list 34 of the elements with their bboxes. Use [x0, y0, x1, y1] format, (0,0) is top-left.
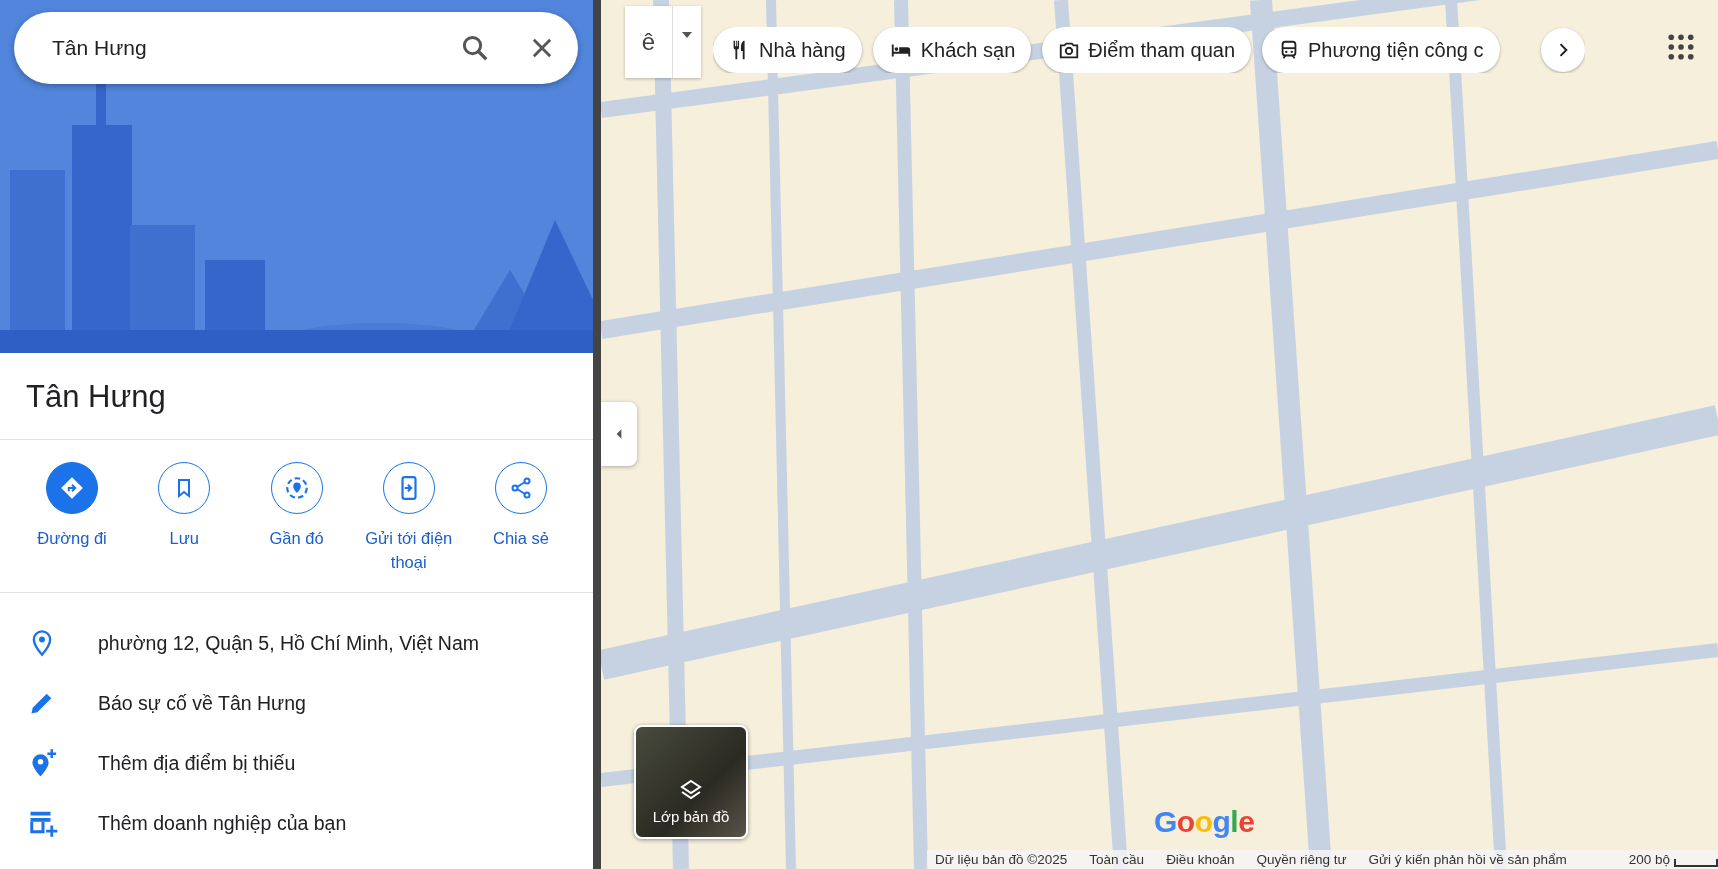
action-button[interactable]: Đường đi — [18, 462, 126, 574]
category-chip[interactable]: Khách sạn — [872, 27, 1032, 73]
scale-bar[interactable]: 200 bộ — [1628, 852, 1718, 867]
category-chip[interactable]: Điểm tham quan — [1042, 27, 1251, 73]
google-logo: Google — [1154, 805, 1255, 839]
nearby-icon — [283, 475, 310, 501]
footer-link[interactable]: Điều khoản — [1166, 852, 1235, 867]
action-button[interactable]: Lưu — [130, 462, 239, 574]
footer-link[interactable]: Toàn cầu — [1089, 852, 1145, 867]
scrollbar[interactable] — [593, 0, 601, 869]
category-chip[interactable]: Phương tiện công c — [1262, 27, 1500, 73]
directions-icon — [59, 475, 85, 501]
collapse-panel-button[interactable] — [601, 402, 637, 466]
search-field[interactable]: Tân Hưng — [50, 35, 422, 61]
layers-button[interactable]: Lớp bản đồ — [634, 725, 748, 839]
share-icon — [509, 476, 533, 500]
caret-left-icon — [615, 428, 623, 440]
input-tool-button[interactable]: ê — [625, 6, 673, 78]
footer-link[interactable]: Dữ liệu bản đồ ©2025 — [935, 852, 1068, 867]
info-link[interactable]: phường 12, Quận 5, Hồ Chí Minh, Việt Nam — [98, 631, 479, 655]
info-link[interactable]: Thêm địa điểm bị thiếu — [98, 751, 296, 775]
footer-link[interactable]: Quyền riêng tư — [1256, 852, 1347, 867]
footer-link[interactable]: Gửi ý kiến phản hồi về sản phẩm — [1368, 852, 1567, 867]
action-button[interactable]: Gần đó — [242, 462, 351, 574]
category-chip[interactable]: Nhà hàng — [713, 27, 862, 73]
info-link[interactable]: Báo sự cố về Tân Hưng — [98, 691, 306, 715]
action-button[interactable]: Chia sẻ — [467, 462, 575, 574]
caret-icon — [682, 32, 692, 38]
action-button[interactable]: Gửi tới điện thoại — [354, 462, 463, 574]
info-link[interactable]: Thêm doanh nghiệp của bạn — [98, 811, 347, 835]
search-icon[interactable] — [460, 33, 490, 63]
layers-icon — [679, 778, 703, 802]
apps-grid-icon[interactable] — [1668, 34, 1694, 60]
input-tool-dropdown[interactable] — [673, 6, 701, 78]
